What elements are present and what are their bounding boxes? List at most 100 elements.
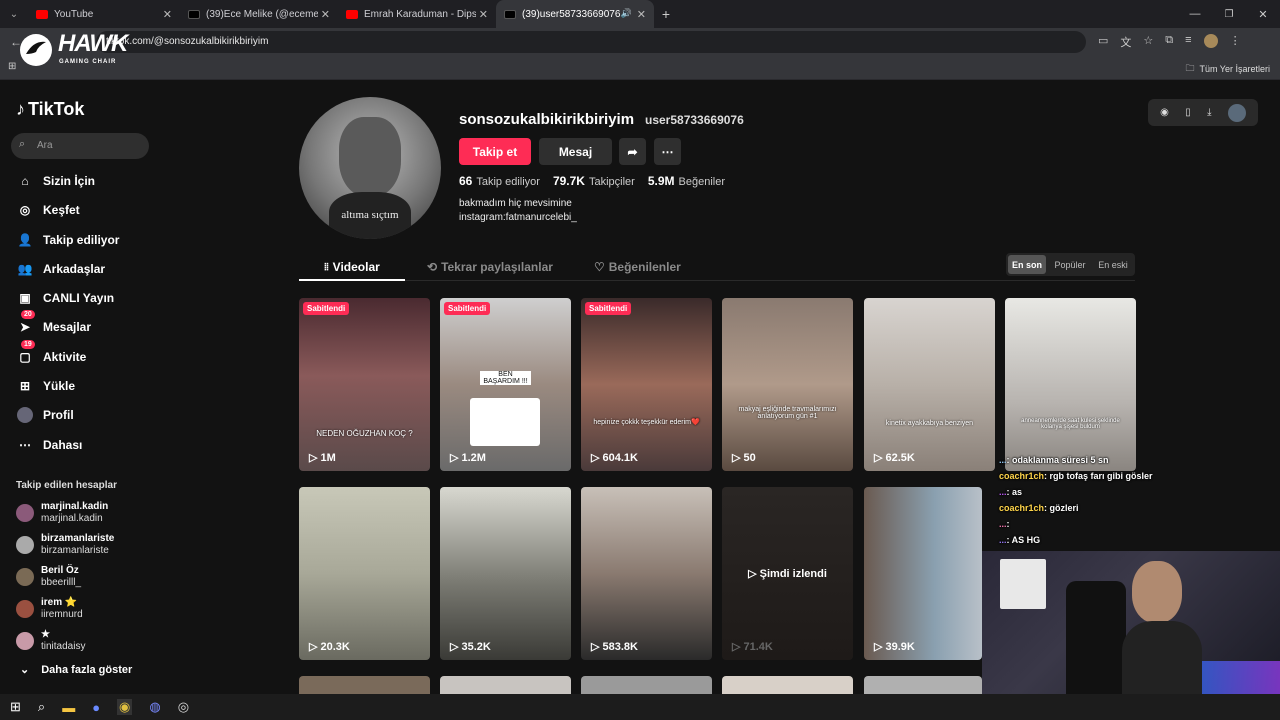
restore-icon[interactable]: ❐: [1212, 9, 1246, 20]
chat-message: coachr1ch: rgb tofaş farı gibi gösler: [999, 471, 1153, 481]
following-label[interactable]: Takip ediliyor: [476, 176, 540, 188]
video-thumbnail[interactable]: makyaj eşliğinde travmalarımızı anlatıyo…: [722, 298, 853, 471]
extensions-icon[interactable]: ⧉: [1165, 34, 1173, 50]
discord-icon[interactable]: ◍: [149, 699, 160, 715]
video-thumbnail[interactable]: ▷ 583.8K: [581, 487, 712, 660]
file-explorer-icon[interactable]: ▬: [62, 700, 75, 715]
translate-icon[interactable]: 文: [1120, 34, 1131, 50]
video-thumbnail[interactable]: [440, 676, 571, 694]
device-icon[interactable]: ▯: [1185, 107, 1191, 118]
video-thumbnail[interactable]: Sabitlendi hepinize çokkk teşekkür ederi…: [581, 298, 712, 471]
tab-reposts[interactable]: ⟲ Tekrar paylaşılanlar: [427, 255, 553, 279]
speaker-icon[interactable]: 🔊: [621, 8, 632, 19]
browser-tab[interactable]: YouTube ✕: [28, 0, 180, 28]
view-count-text: 71.4K: [743, 640, 773, 653]
video-thumbnail[interactable]: ▷ 20.3K: [299, 487, 430, 660]
account-handle: birzamanlariste: [41, 545, 109, 556]
video-caption: kinetix ayakkabıya benziyen: [885, 420, 974, 427]
media-icon[interactable]: ≡: [1185, 34, 1191, 50]
video-caption: BEN BAŞARDIM !!!: [480, 371, 531, 385]
view-count: ▷ 604.1K: [591, 451, 638, 465]
close-tab-icon[interactable]: ✕: [163, 8, 172, 21]
video-thumbnail-watched[interactable]: ▷ Şimdi izlendi ▷ 71.4K: [722, 487, 853, 660]
url-field[interactable]: tiktok.com/@sonsozukalbikirikbiriyim: [96, 31, 1086, 53]
avatar: [16, 536, 34, 554]
sort-latest-button[interactable]: En son: [1008, 255, 1046, 274]
video-thumbnail[interactable]: Sabitlendi NEDEN OĞUZHAN KOÇ ? ▷ 1M: [299, 298, 430, 471]
share-button[interactable]: ➦: [619, 138, 646, 165]
sort-oldest-button[interactable]: En eski: [1093, 255, 1133, 274]
close-tab-icon[interactable]: ✕: [321, 8, 330, 21]
nav-aktivite[interactable]: ▢ 19 Aktivite: [16, 340, 86, 369]
browser-tab[interactable]: Emrah Karaduman - Dipsiz Kuy ✕: [338, 0, 496, 28]
all-bookmarks-link[interactable]: Tüm Yer İşaretleri: [1199, 64, 1270, 74]
video-thumbnail[interactable]: ▷ 35.2K: [440, 487, 571, 660]
coins-icon[interactable]: ◉: [1160, 107, 1169, 118]
followed-account[interactable]: ★ tinitadaisy: [16, 629, 85, 653]
followed-account[interactable]: Beril Öz bbeerilll_: [16, 565, 81, 589]
followed-account[interactable]: irem ⭐ iiremnurd: [16, 597, 83, 621]
user-avatar-icon[interactable]: [1227, 103, 1246, 122]
obs-icon[interactable]: ◎: [178, 699, 189, 715]
new-tab-button[interactable]: +: [654, 6, 678, 22]
nav-sizin-icin[interactable]: ⌂ Sizin İçin: [16, 169, 95, 193]
nav-mesajlar[interactable]: ➤ 20 Mesajlar: [16, 310, 91, 339]
more-options-button[interactable]: ⋯: [654, 138, 681, 165]
nav-yukle[interactable]: ⊞ Yükle: [16, 374, 75, 398]
friends-icon: 👥: [17, 262, 33, 276]
profile-avatar-icon[interactable]: [1203, 34, 1218, 48]
message-button[interactable]: Mesaj: [539, 138, 612, 165]
browser-tab-active[interactable]: (39)user58733669076 (@so 🔊 ✕: [496, 0, 654, 28]
tiktok-sidebar: ♪ TikTok ⌕ Ara ⌂ Sizin İçin ◎ Keşfet 👤 Taki…: [0, 81, 162, 691]
share-icon: ➦: [627, 144, 638, 159]
video-thumbnail[interactable]: kinetix ayakkabıya benziyen ▷ 62.5K: [864, 298, 995, 471]
sort-popular-button[interactable]: Popüler: [1049, 255, 1091, 274]
messages-icon: ➤ 20: [16, 310, 35, 336]
follow-button[interactable]: Takip et: [459, 138, 531, 165]
windows-start-icon[interactable]: ⊞: [10, 699, 21, 715]
tab-videos[interactable]: ⦙⦙ Videolar: [299, 255, 405, 281]
app-icon[interactable]: ●: [92, 700, 100, 715]
video-thumbnail[interactable]: [722, 676, 853, 694]
nav-takip-ediliyor[interactable]: 👤 Takip ediliyor: [16, 228, 120, 252]
video-thumbnail[interactable]: [864, 676, 982, 694]
play-icon: ▷: [450, 641, 459, 653]
chrome-icon[interactable]: ◉: [117, 699, 133, 715]
close-tab-icon[interactable]: ✕: [637, 8, 646, 21]
tab-search-chevron-icon[interactable]: ⌄: [0, 9, 28, 20]
video-thumbnail[interactable]: Sabitlendi BEN BAŞARDIM !!! ▷ 1.2M: [440, 298, 571, 471]
followers-label[interactable]: Takipçiler: [589, 176, 635, 188]
nav-kesfet[interactable]: ◎ Keşfet: [16, 198, 80, 222]
minimize-icon[interactable]: —: [1178, 8, 1212, 20]
nav-dahasi[interactable]: ⋯ Dahası: [16, 433, 82, 457]
nav-canli-yayin[interactable]: ▣ CANLI Yayın: [16, 286, 114, 310]
bookmark-star-icon[interactable]: ☆: [1143, 34, 1153, 50]
search-input[interactable]: ⌕ Ara: [11, 133, 149, 159]
followed-account[interactable]: marjinal.kadin marjinal.kadin: [16, 501, 108, 525]
video-thumbnail[interactable]: anneannemlerde saat kulesi şeklinde kola…: [1005, 298, 1136, 471]
search-icon[interactable]: ⌕: [38, 699, 45, 715]
tab-liked[interactable]: ♡ Beğenilenler: [594, 255, 681, 279]
play-icon: ▷: [874, 452, 883, 464]
nav-arkadaslar[interactable]: 👥 Arkadaşlar: [16, 257, 106, 281]
chat-user: ...: [999, 535, 1007, 545]
download-icon[interactable]: ⤓: [1207, 107, 1211, 118]
close-window-icon[interactable]: ✕: [1246, 8, 1280, 21]
show-more-button[interactable]: ⌄ Daha fazla göster: [20, 663, 132, 677]
pinned-badge: Sabitlendi: [444, 302, 491, 315]
tiktok-logo[interactable]: ♪ TikTok: [16, 99, 84, 120]
close-tab-icon[interactable]: ✕: [479, 8, 488, 21]
browser-tab[interactable]: (39)Ece Melike (@ecemelikec) | ✕: [180, 0, 338, 28]
profile-username: sonsozukalbikirikbiriyim: [459, 111, 635, 128]
nav-profil[interactable]: Profil: [16, 403, 74, 427]
video-thumbnail[interactable]: [299, 676, 430, 694]
cast-icon[interactable]: ▭: [1098, 34, 1108, 50]
apps-grid-icon[interactable]: ⊞: [8, 61, 16, 72]
nav-label: Dahası: [43, 438, 83, 452]
view-count: ▷ 20.3K: [309, 640, 350, 654]
video-thumbnail[interactable]: [581, 676, 712, 694]
menu-kebab-icon[interactable]: ⋮: [1230, 34, 1241, 50]
chat-user: ...: [999, 519, 1007, 529]
video-thumbnail[interactable]: ▷ 39.9K: [864, 487, 982, 660]
followed-account[interactable]: birzamanlariste birzamanlariste: [16, 533, 114, 557]
